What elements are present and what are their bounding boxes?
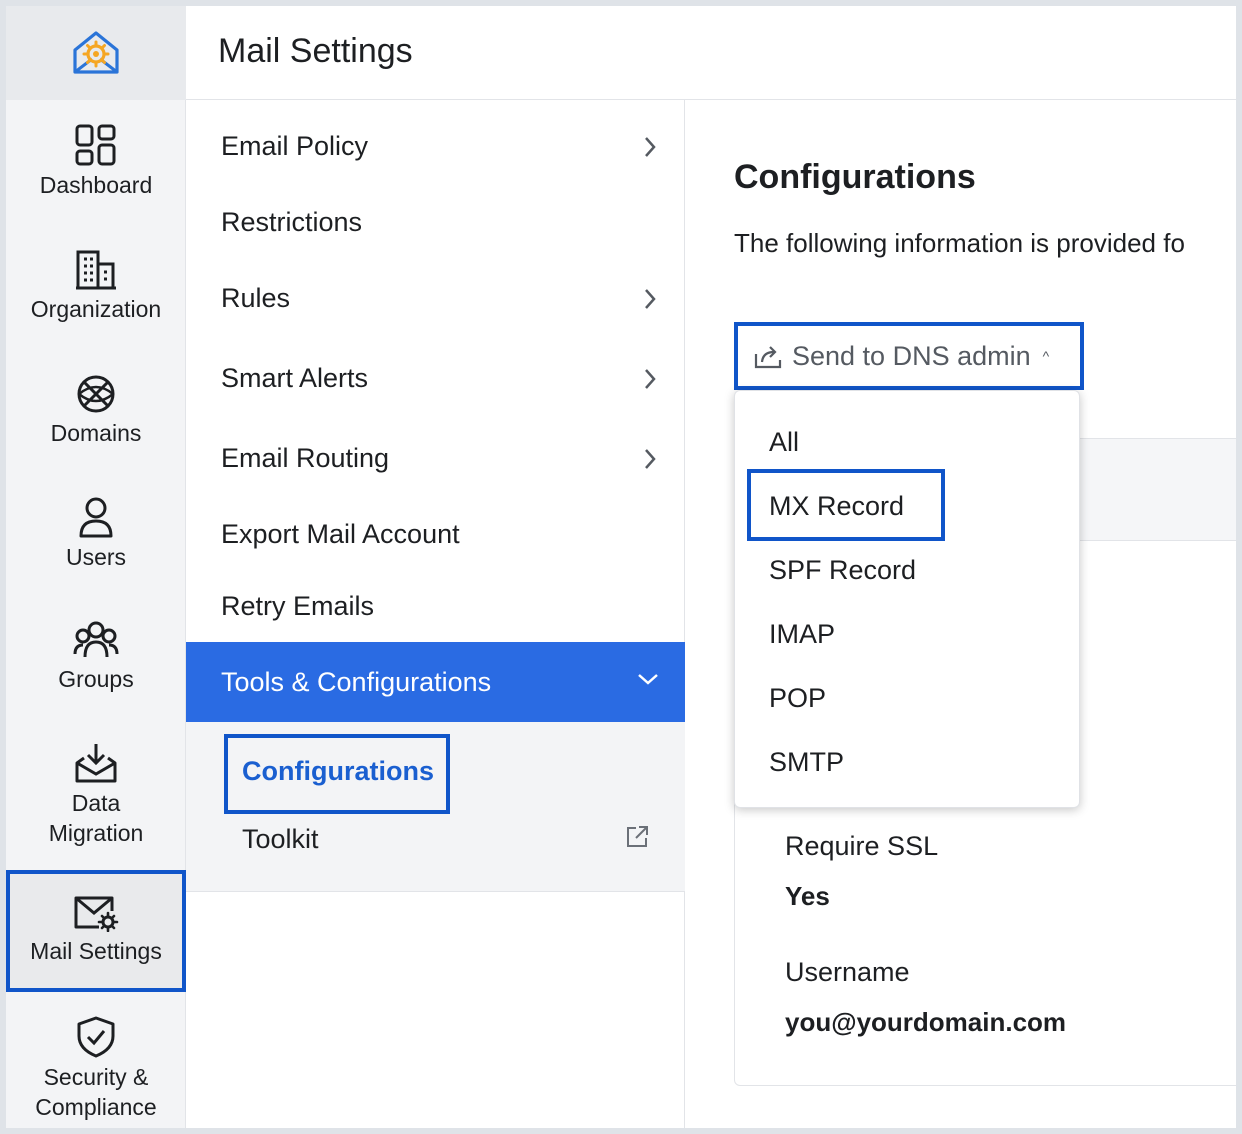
rail-item-label-line2: Migration [48,820,144,846]
menu-item-label: Email Policy [221,130,369,161]
rail-item-data-migration[interactable]: Data Migration [6,742,186,848]
focus-highlight [224,734,450,814]
shield-check-icon [77,1016,115,1058]
rail-item-organization[interactable]: Organization [6,248,186,324]
user-icon [79,497,113,538]
menu-item-label: Restrictions [221,206,363,237]
rail-item-label: Groups [58,666,134,692]
field-label-require-ssl: Require SSL [785,831,939,861]
field-label-username: Username [785,957,910,987]
section-title: Configurations [734,158,976,196]
menu-item-email-routing[interactable]: Email Routing [186,428,685,488]
menu-item-label: Retry Emails [221,590,375,621]
rail-item-domains[interactable]: Domains [6,374,186,448]
menu-item-export-mail-account[interactable]: Export Mail Account [186,504,685,564]
focus-highlight [747,469,945,541]
page-title: Mail Settings [218,32,413,70]
menu-item-rules[interactable]: Rules [186,268,685,328]
chevron-down-icon [638,674,658,685]
send-to-dns-admin-label: Send to DNS admin [792,340,1031,371]
chevron-right-icon [645,369,656,389]
menu-item-tools-configurations[interactable]: Tools & Configurations [186,642,685,722]
settings-menu: Email Policy Restrictions Rules Smart Al… [186,100,685,1128]
organization-icon [76,250,116,290]
rail-item-groups[interactable]: Groups [6,620,186,694]
rail-item-label: Users [65,544,127,570]
tools-submenu: Configurations Toolkit [186,722,685,892]
menu-item-retry-emails[interactable]: Retry Emails [186,576,685,636]
menu-item-email-policy[interactable]: Email Policy [186,116,685,176]
caret-up-icon: ^ [1042,348,1050,364]
rail-item-label: Mail Settings [30,938,162,964]
rail-item-dashboard[interactable]: Dashboard [6,124,186,200]
external-link-icon[interactable] [624,824,650,850]
menu-item-label: Export Mail Account [221,518,460,549]
app-window: Dashboard Organization Domains Users Gro… [6,6,1236,1128]
rail-item-security-compliance[interactable]: Security & Compliance [6,1016,186,1122]
chevron-right-icon [645,137,656,157]
rail-item-label: Dashboard [39,172,153,198]
dashboard-icon [75,124,116,166]
dropdown-option-spf-record[interactable]: SPF Record [769,555,916,586]
nav-rail: Dashboard Organization Domains Users Gro… [6,6,186,1128]
mail-admin-logo-icon [73,31,119,74]
rail-item-label: Domains [50,420,142,446]
menu-item-label: Smart Alerts [221,362,369,393]
rail-item-mail-settings[interactable]: Mail Settings [6,870,186,992]
share-icon [754,346,782,369]
field-value-require-ssl: Yes [785,881,830,911]
app-logo[interactable] [6,6,186,100]
chevron-right-icon [645,289,656,309]
send-to-dns-admin-button[interactable]: Send to DNS admin ^ [734,322,1084,390]
page-header: Mail Settings [186,6,1236,100]
chevron-right-icon [645,449,656,469]
groups-icon [73,621,119,658]
dropdown-option-all[interactable]: All [769,427,799,458]
rail-item-label-line2: Compliance [35,1094,157,1120]
field-value-username: you@yourdomain.com [785,1007,1067,1037]
menu-item-restrictions[interactable]: Restrictions [186,192,685,252]
dropdown-option-smtp[interactable]: SMTP [769,747,844,778]
rail-item-users[interactable]: Users [6,496,186,572]
globe-icon [77,375,115,413]
rail-item-label-line1: Data [71,790,121,816]
dropdown-option-imap[interactable]: IMAP [769,619,835,650]
rail-item-label: Organization [30,296,162,322]
inbox-download-icon [75,744,117,783]
menu-item-label: Email Routing [221,442,390,473]
section-description: The following information is provided fo [734,228,1185,258]
menu-item-label: Tools & Configurations [221,666,492,697]
dropdown-option-pop[interactable]: POP [769,683,826,714]
menu-item-label: Rules [221,282,291,313]
submenu-item-toolkit[interactable]: Toolkit [242,824,319,855]
dns-record-dropdown: All MX Record SPF Record IMAP POP SMTP [734,390,1080,808]
mail-settings-icon [74,896,119,932]
menu-item-smart-alerts[interactable]: Smart Alerts [186,348,685,408]
rail-item-label-line1: Security & [43,1064,149,1090]
